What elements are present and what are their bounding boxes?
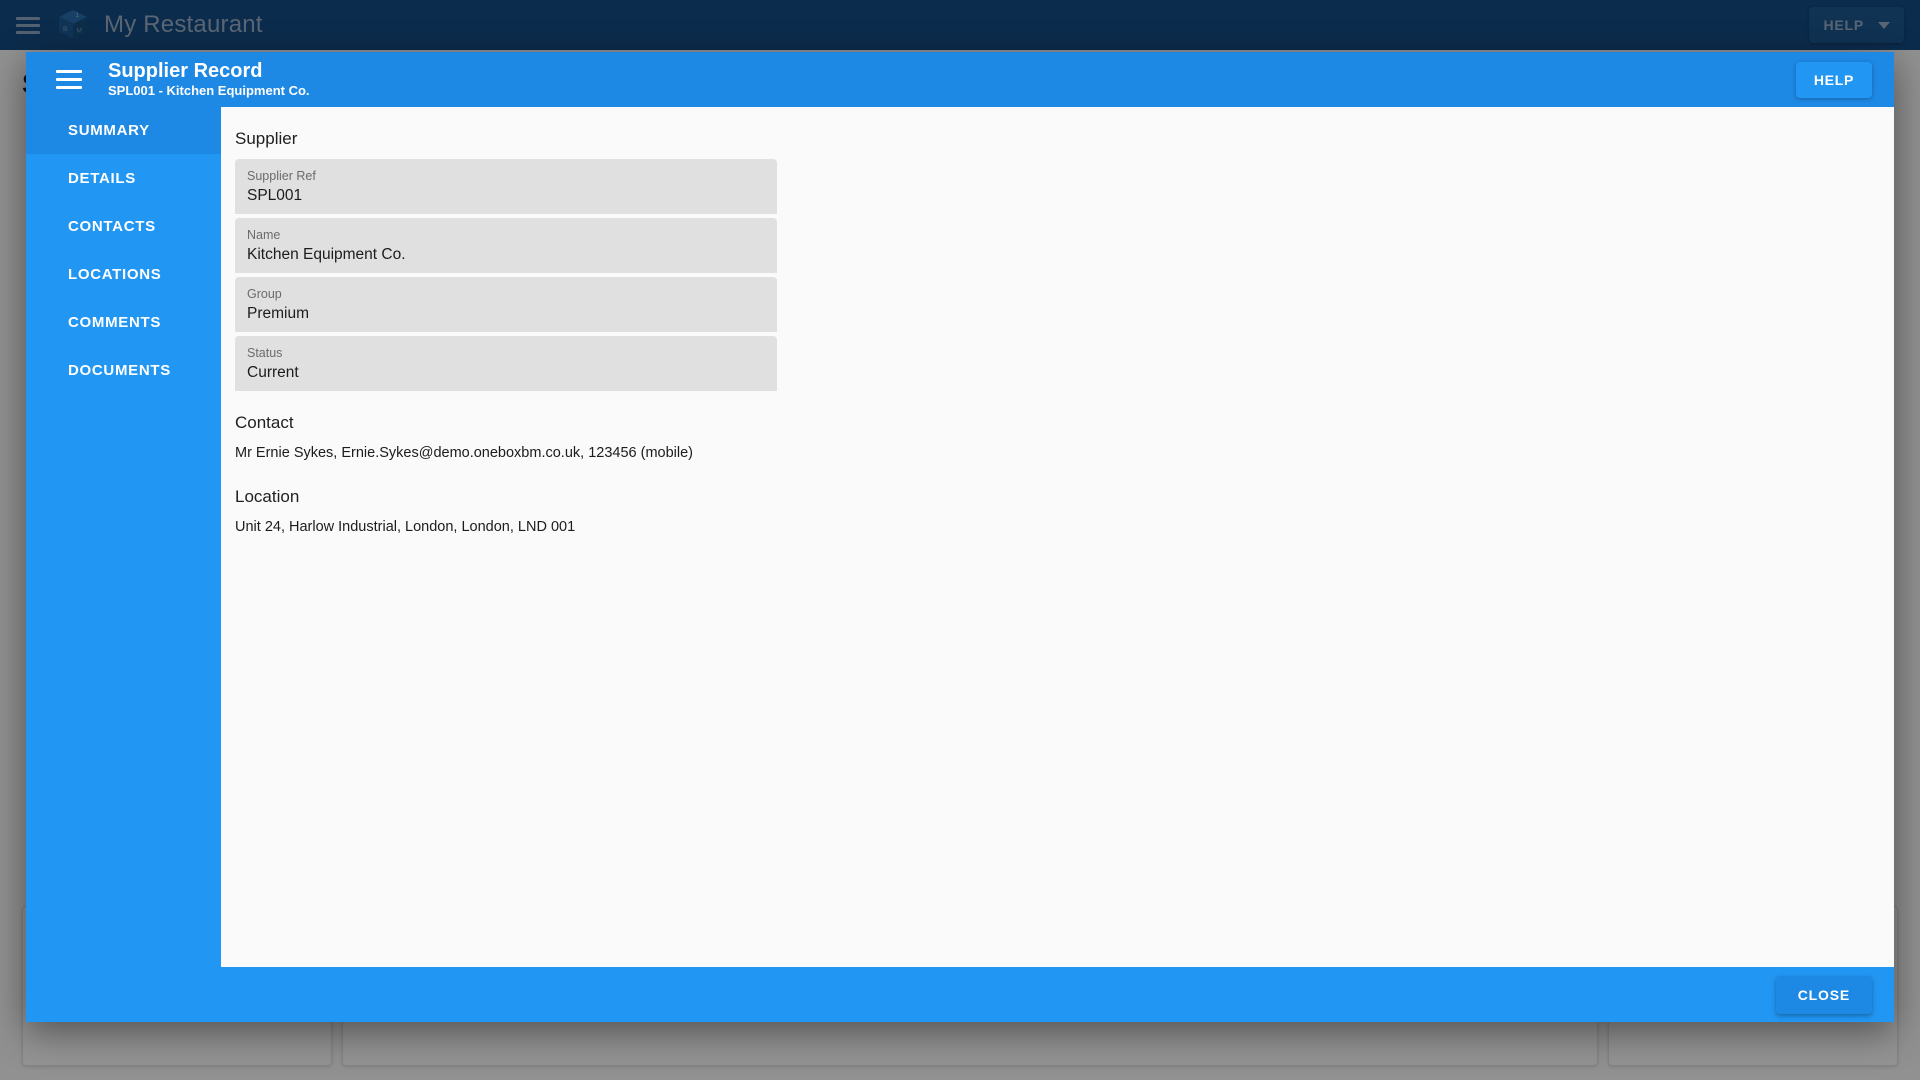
dialog-content: Supplier Supplier Ref SPL001 Name Kitche… (221, 107, 1894, 967)
dialog-body: SUMMARY DETAILS CONTACTS LOCATIONS COMME… (26, 107, 1894, 967)
sidebar-item-label: CONTACTS (68, 217, 156, 235)
field-group[interactable]: Group Premium (235, 277, 777, 333)
sidebar-item-contacts[interactable]: CONTACTS (26, 202, 221, 250)
field-status[interactable]: Status Current (235, 336, 777, 392)
location-details-text: Unit 24, Harlow Industrial, London, Lond… (235, 518, 576, 535)
sidebar-item-label: COMMENTS (68, 313, 162, 331)
field-value: Current (247, 363, 299, 381)
sidebar-item-label: DETAILS (68, 169, 136, 187)
sidebar-item-label: LOCATIONS (68, 265, 162, 283)
dialog-subtitle: SPL001 - Kitchen Equipment Co. (108, 83, 310, 99)
field-label: Group (247, 287, 282, 302)
dialog-title: Supplier Record (108, 60, 263, 83)
sidebar-item-locations[interactable]: LOCATIONS (26, 250, 221, 298)
hamburger-bar (56, 86, 82, 89)
sidebar-item-details[interactable]: DETAILS (26, 154, 221, 202)
close-button[interactable]: CLOSE (1775, 975, 1872, 1014)
location-section-heading: Location (235, 486, 300, 506)
field-supplier-ref[interactable]: Supplier Ref SPL001 (235, 159, 777, 215)
contact-section-heading: Contact (235, 413, 294, 433)
field-label: Name (247, 228, 281, 243)
sidebar-item-comments[interactable]: COMMENTS (26, 298, 221, 346)
dialog-hamburger-menu-icon[interactable] (56, 67, 82, 93)
dialog-help-button[interactable]: HELP (1795, 61, 1872, 98)
sidebar-item-label: DOCUMENTS (68, 361, 171, 379)
field-value: Premium (247, 304, 310, 322)
contact-details-text: Mr Ernie Sykes, Ernie.Sykes@demo.oneboxb… (235, 445, 693, 462)
field-name[interactable]: Name Kitchen Equipment Co. (235, 218, 777, 274)
field-value: SPL001 (247, 186, 303, 204)
hamburger-bar (56, 70, 82, 73)
field-value: Kitchen Equipment Co. (247, 245, 406, 263)
sidebar-item-documents[interactable]: DOCUMENTS (26, 346, 221, 394)
field-label: Supplier Ref (247, 169, 316, 183)
hamburger-bar (56, 78, 82, 81)
supplier-record-dialog: Supplier Record SPL001 - Kitchen Equipme… (26, 52, 1894, 1022)
supplier-section-heading: Supplier (235, 129, 298, 148)
field-label: Status (247, 346, 283, 361)
dialog-title-block: Supplier Record SPL001 - Kitchen Equipme… (108, 61, 310, 98)
dialog-header: Supplier Record SPL001 - Kitchen Equipme… (26, 52, 1894, 107)
sidebar-item-summary[interactable]: SUMMARY (26, 107, 221, 154)
dialog-sidebar: SUMMARY DETAILS CONTACTS LOCATIONS COMME… (26, 107, 221, 967)
dialog-footer: CLOSE (26, 967, 1894, 1022)
sidebar-item-label: SUMMARY (68, 122, 150, 139)
